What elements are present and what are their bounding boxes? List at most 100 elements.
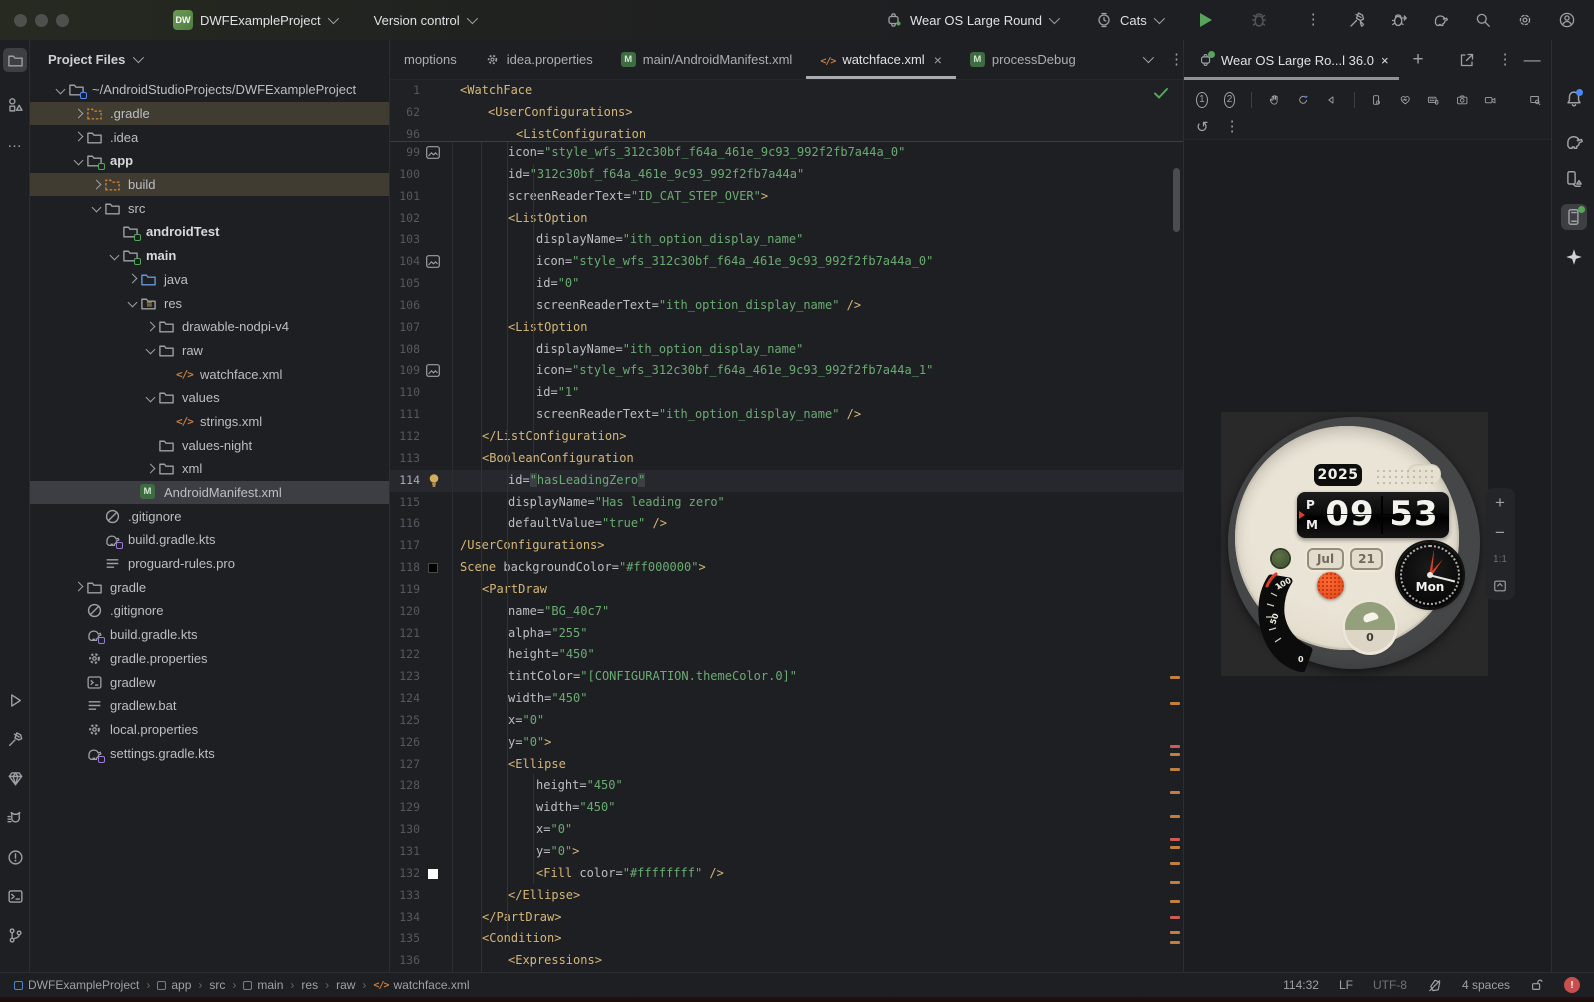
tree-item-java[interactable]: java (30, 268, 389, 292)
tree-item-AndroidManifest.xml[interactable]: M AndroidManifest.xml (30, 480, 389, 505)
build-tool-button[interactable] (3, 727, 27, 751)
version-control-tool-button[interactable] (3, 923, 27, 947)
code-line-105[interactable]: 105 id="0" (390, 273, 1183, 295)
code-line-107[interactable]: 107 <ListOption (390, 317, 1183, 339)
warning-stripe-mark[interactable] (1170, 815, 1180, 818)
tree-item-drawable-nodpi-v4[interactable]: drawable-nodpi-v4 (30, 315, 389, 339)
editor-scrollbar[interactable] (1173, 168, 1180, 232)
code-line-100[interactable]: 100 id="312c30bf_f64a_461e_9c93_992f2fb7a… (390, 164, 1183, 186)
device-screen[interactable]: 2025 PM 09 53 Jul 21 100 50 0 0 Mon (1221, 412, 1488, 676)
run-config-selector[interactable]: Cats (1095, 11, 1165, 29)
code-line-122[interactable]: 122 height="450" (390, 644, 1183, 666)
tree-chevron-icon[interactable] (88, 200, 104, 216)
warning-stripe-mark[interactable] (1170, 768, 1180, 771)
code-line-125[interactable]: 125 x="0" (390, 710, 1183, 732)
window-zoom-button[interactable] (56, 13, 69, 27)
debug-button[interactable] (1250, 11, 1268, 29)
tree-chevron-icon[interactable] (124, 271, 140, 287)
hide-panel-button[interactable]: — (1524, 50, 1541, 70)
error-stripe-mark[interactable] (1170, 745, 1180, 748)
error-stripe-mark[interactable] (1170, 838, 1180, 841)
tree-chevron-icon[interactable] (124, 295, 140, 311)
tree-item-main[interactable]: main (30, 244, 389, 268)
palm-wake-icon[interactable] (1268, 91, 1280, 109)
breadcrumb-raw[interactable]: raw (336, 978, 355, 992)
breadcrumb-main[interactable]: main (243, 978, 283, 992)
tree-item-res[interactable]: res (30, 291, 389, 315)
warning-stripe-mark[interactable] (1170, 931, 1180, 934)
tree-item-settings.gradle.kts[interactable]: settings.gradle.kts (30, 741, 389, 765)
file-encoding[interactable]: UTF-8 (1373, 978, 1407, 992)
gradle-tool-button[interactable] (1561, 128, 1587, 154)
warning-stripe-mark[interactable] (1170, 941, 1180, 944)
code-line-113[interactable]: 113 <BooleanConfiguration (390, 448, 1183, 470)
run-tool-button[interactable] (3, 688, 27, 712)
code-line-129[interactable]: 129 width="450" (390, 797, 1183, 819)
breadcrumb-app[interactable]: app (157, 978, 191, 992)
tree-item-app[interactable]: app (30, 149, 389, 173)
code-line-127[interactable]: 127 <Ellipse (390, 754, 1183, 776)
toolbar-kebab-icon[interactable]: ⋮ (1225, 119, 1240, 134)
image-resource-icon[interactable] (426, 146, 440, 159)
breadcrumb-DWFExampleProject[interactable]: DWFExampleProject (14, 978, 139, 992)
code-line-130[interactable]: 130 x="0" (390, 819, 1183, 841)
breadcrumb-res[interactable]: res (301, 978, 318, 992)
code-line-132[interactable]: 132 <Fill color="#ffffffff" /> (390, 863, 1183, 885)
tree-item---AndroidStudioProjects-DWFExampleProject[interactable]: ~/AndroidStudioProjects/DWFExampleProjec… (30, 78, 389, 102)
running-devices-tool-button[interactable] (1561, 204, 1587, 230)
breadcrumb-watchface.xml[interactable]: </> watchface.xml (373, 978, 469, 992)
code-line-114[interactable]: 114 id="hasLeadingZero" (390, 469, 1183, 492)
editor-tab-idea.properties[interactable]: idea.properties (471, 40, 607, 79)
code-line-119[interactable]: 119 <PartDraw (390, 579, 1183, 601)
code-line-135[interactable]: 135 <Condition> (390, 928, 1183, 950)
code-line-126[interactable]: 126 y="0"> (390, 732, 1183, 754)
code-line-102[interactable]: 102 <ListOption (390, 208, 1183, 230)
tree-chevron-icon[interactable] (142, 319, 158, 335)
open-in-window-icon[interactable] (1458, 51, 1476, 69)
code-line-1[interactable]: 1 <WatchFace (390, 80, 1183, 102)
tree-item-build.gradle.kts[interactable]: build.gradle.kts (30, 528, 389, 552)
app-quality-insights-tool-button[interactable] (3, 766, 27, 790)
screenshot-icon[interactable] (1456, 91, 1468, 109)
tree-item-.gitignore[interactable]: .gitignore (30, 599, 389, 623)
resource-manager-tool-button[interactable] (3, 92, 27, 116)
warning-stripe-mark[interactable] (1170, 881, 1180, 884)
editor-tab-main-AndroidManifest.xml[interactable]: Mmain/AndroidManifest.xml (607, 40, 807, 79)
project-panel-title[interactable]: Project Files (48, 52, 125, 67)
tree-item-gradlew.bat[interactable]: gradlew.bat (30, 694, 389, 718)
tree-item-gradle.properties[interactable]: gradle.properties (30, 647, 389, 671)
tree-item-src[interactable]: src (30, 196, 389, 220)
tree-chevron-icon[interactable] (70, 153, 86, 169)
code-line-118[interactable]: 118 Scene backgroundColor="#ff000000"> (390, 557, 1183, 579)
gemini-tool-button[interactable] (1561, 244, 1587, 270)
breadcrumb-src[interactable]: src (209, 978, 225, 992)
tree-chevron-icon[interactable] (70, 579, 86, 595)
run-button[interactable] (1199, 13, 1212, 27)
tree-item-values-night[interactable]: values-night (30, 433, 389, 457)
tree-chevron-icon[interactable] (142, 390, 158, 406)
profiler-icon[interactable] (1390, 11, 1408, 29)
code-line-136[interactable]: 136 <Expressions> (390, 950, 1183, 972)
code-line-128[interactable]: 128 height="450" (390, 775, 1183, 797)
editor-tab-watchface.xml[interactable]: </> watchface.xml × (806, 40, 956, 79)
code-line-117[interactable]: 117/UserConfigurations> (390, 535, 1183, 557)
error-stripe-mark[interactable] (1170, 916, 1180, 919)
zoom-out-button[interactable]: − (1495, 524, 1505, 541)
inspections-ok-icon[interactable] (1153, 86, 1169, 100)
button-1-icon[interactable]: 1 (1196, 91, 1208, 108)
code-line-124[interactable]: 124 width="450" (390, 688, 1183, 710)
tree-item-androidTest[interactable]: androidTest (30, 220, 389, 244)
code-line-101[interactable]: 101 screenReaderText="ID_CAT_STEP_OVER"> (390, 186, 1183, 208)
window-minimize-button[interactable] (35, 13, 48, 27)
settings-icon[interactable] (1516, 11, 1534, 29)
notifications-tool-button[interactable] (1561, 86, 1587, 112)
vcs-widget[interactable]: Version control (374, 13, 478, 28)
problems-tool-button[interactable] (3, 845, 27, 869)
zoom-ratio-label[interactable]: 1:1 (1493, 554, 1507, 565)
build-icon[interactable] (1348, 11, 1366, 29)
warning-stripe-mark[interactable] (1170, 791, 1180, 794)
code-editor[interactable]: 1 <WatchFace 62 <UserConfigurations> 96 <List… (390, 80, 1183, 972)
code-line-131[interactable]: 131 y="0"> (390, 841, 1183, 863)
search-icon[interactable] (1474, 11, 1492, 29)
color-swatch-white[interactable] (428, 868, 438, 879)
